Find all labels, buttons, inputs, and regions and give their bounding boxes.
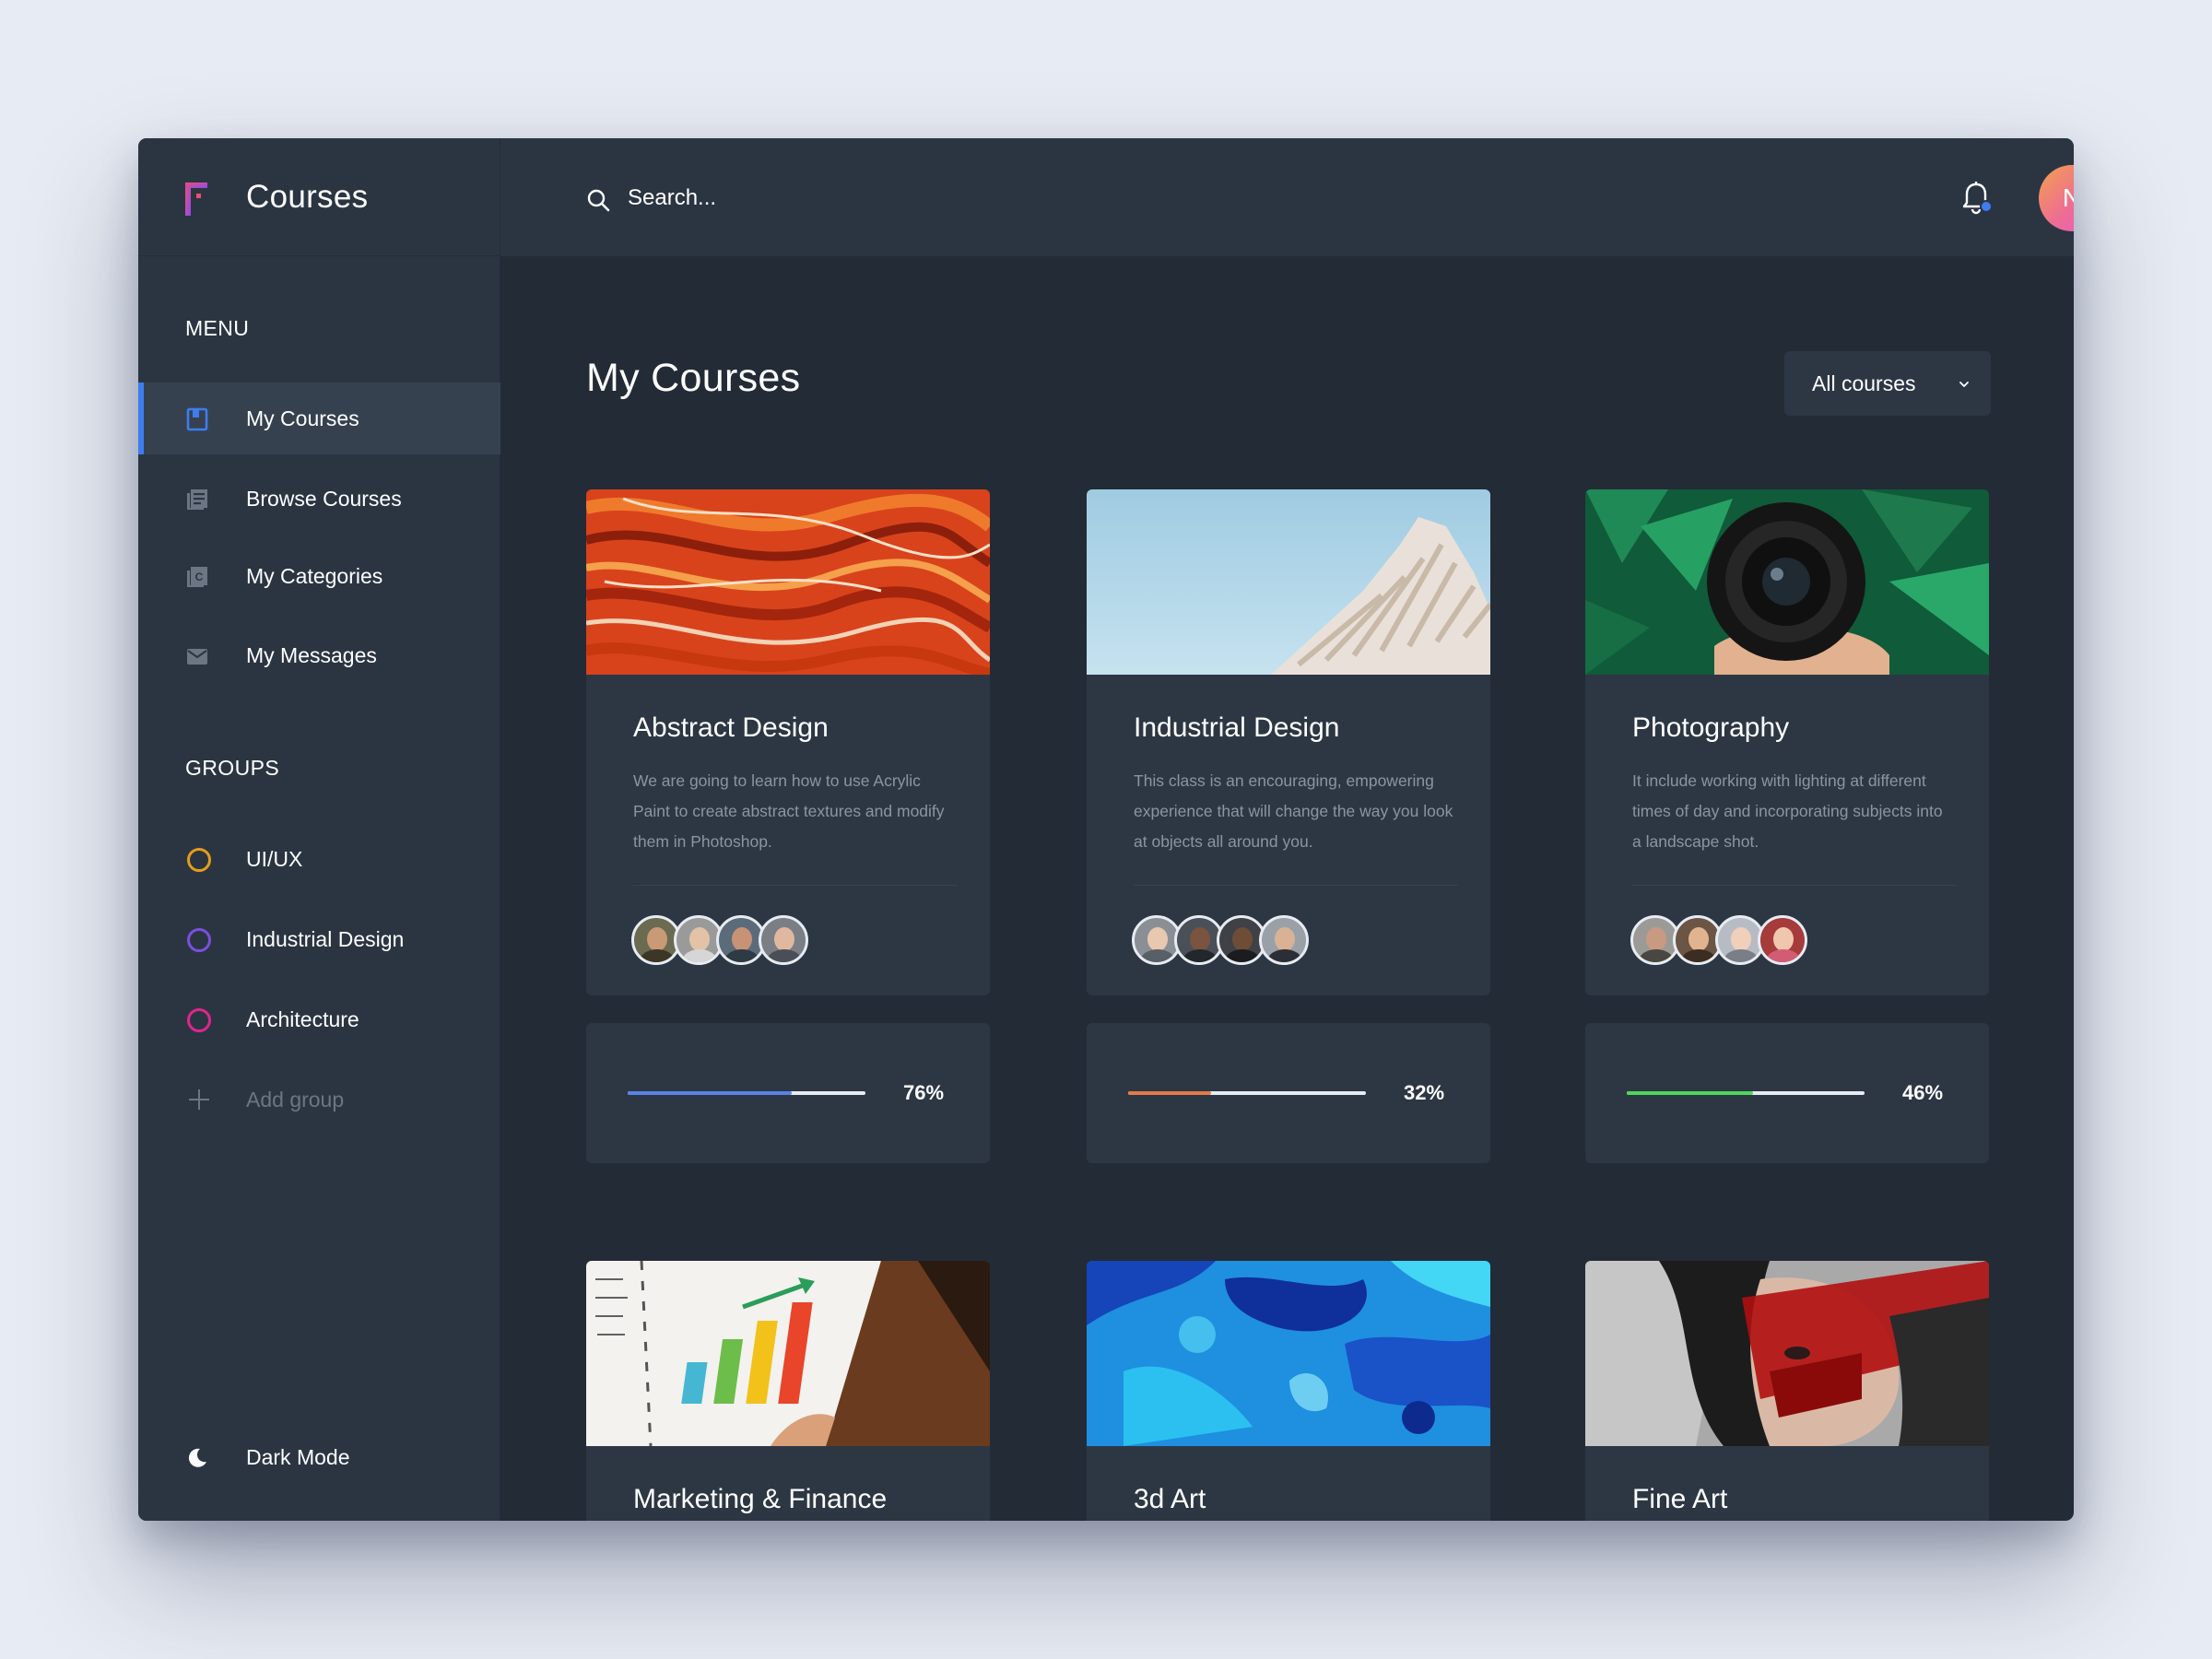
add-group-label: Add group bbox=[246, 1088, 345, 1112]
course-description: This class is an encouraging, empowering… bbox=[1134, 771, 1453, 851]
course-progress-card: 32% bbox=[1087, 1023, 1490, 1163]
page-title: My Courses bbox=[586, 356, 801, 400]
top-bar: N bbox=[500, 138, 2074, 256]
course-image-photography bbox=[1585, 489, 1989, 675]
group-item-label: Industrial Design bbox=[246, 927, 405, 951]
logo-icon bbox=[185, 182, 207, 216]
brand: Courses bbox=[138, 138, 500, 256]
sidebar-item-label: My Courses bbox=[246, 406, 359, 430]
course-progress-card: 76% bbox=[586, 1023, 990, 1163]
list-icon bbox=[187, 489, 207, 510]
course-image-marketing bbox=[586, 1261, 990, 1446]
progress-percent: 76% bbox=[903, 1081, 945, 1104]
dark-mode-toggle[interactable]: Dark Mode bbox=[138, 1421, 500, 1493]
notification-dot bbox=[1980, 200, 1993, 213]
plus-icon bbox=[189, 1089, 209, 1110]
course-title: Photography bbox=[1632, 712, 1790, 743]
divider bbox=[633, 885, 958, 886]
progress-fill bbox=[1128, 1091, 1212, 1095]
course-progress-card: 46% bbox=[1585, 1023, 1989, 1163]
progress-fill bbox=[1627, 1091, 1753, 1095]
mail-icon bbox=[187, 649, 207, 665]
progress-track bbox=[1128, 1091, 1366, 1095]
search-input[interactable] bbox=[628, 179, 1181, 218]
sidebar-item-my-categories[interactable]: C My Categories bbox=[138, 540, 500, 612]
book-icon bbox=[186, 407, 208, 431]
course-image-3d-art bbox=[1087, 1261, 1490, 1446]
course-card[interactable]: Industrial Design This class is an encou… bbox=[1087, 489, 1490, 995]
course-title: Marketing & Finance bbox=[633, 1484, 888, 1514]
search-icon bbox=[587, 189, 610, 212]
filter-selected-value: All courses bbox=[1812, 371, 1916, 395]
add-group-button[interactable]: Add group bbox=[138, 1064, 500, 1135]
progress-track bbox=[1627, 1091, 1865, 1095]
course-filter-dropdown[interactable]: All courses bbox=[1784, 351, 1991, 416]
user-avatar[interactable]: N bbox=[2039, 165, 2074, 231]
app-title: Courses bbox=[246, 179, 369, 215]
course-title: 3d Art bbox=[1134, 1484, 1206, 1514]
group-color-ring bbox=[187, 848, 211, 872]
group-item-architecture[interactable]: Architecture bbox=[138, 983, 500, 1055]
progress-percent: 32% bbox=[1404, 1081, 1445, 1104]
course-card[interactable]: Fine Art bbox=[1585, 1261, 1989, 1521]
progress-fill bbox=[628, 1091, 793, 1095]
course-card[interactable]: Abstract Design We are going to learn ho… bbox=[586, 489, 990, 995]
course-title: Abstract Design bbox=[633, 712, 829, 743]
course-image-fine-art bbox=[1585, 1261, 1989, 1446]
groups-section-label: GROUPS bbox=[185, 756, 280, 780]
course-description: We are going to learn how to use Acrylic… bbox=[633, 771, 945, 851]
group-item-ui-ux[interactable]: UI/UX bbox=[138, 823, 500, 895]
sidebar-item-my-courses[interactable]: My Courses bbox=[138, 382, 500, 454]
svg-text:C: C bbox=[195, 571, 204, 583]
moon-icon bbox=[188, 1448, 206, 1467]
chevron-down-icon bbox=[1959, 382, 1969, 387]
course-description: It include working with lighting at diff… bbox=[1632, 771, 1943, 851]
group-item-industrial-design[interactable]: Industrial Design bbox=[138, 903, 500, 975]
progress-percent: 46% bbox=[1902, 1081, 1944, 1104]
divider bbox=[1134, 885, 1458, 886]
course-title: Fine Art bbox=[1632, 1484, 1728, 1514]
sidebar-item-my-messages[interactable]: My Messages bbox=[138, 619, 500, 691]
course-card[interactable]: Photography It include working with ligh… bbox=[1585, 489, 1989, 995]
avatar bbox=[759, 915, 808, 965]
menu-section-label: MENU bbox=[185, 316, 250, 340]
sidebar-item-label: My Categories bbox=[246, 564, 383, 588]
group-color-ring bbox=[187, 1008, 211, 1032]
course-card[interactable]: Marketing & Finance bbox=[586, 1261, 990, 1521]
course-image-industrial bbox=[1087, 489, 1490, 675]
categories-icon: C bbox=[187, 567, 207, 587]
divider bbox=[1632, 885, 1957, 886]
course-title: Industrial Design bbox=[1134, 712, 1340, 743]
avatar bbox=[1758, 915, 1807, 965]
course-card[interactable]: 3d Art bbox=[1087, 1261, 1490, 1521]
avatar bbox=[1259, 915, 1309, 965]
dark-mode-label: Dark Mode bbox=[246, 1445, 350, 1469]
progress-track bbox=[628, 1091, 865, 1095]
group-item-label: Architecture bbox=[246, 1007, 359, 1031]
app-window: Courses MENU My Courses Browse Courses C… bbox=[138, 138, 2074, 1521]
group-color-ring bbox=[187, 928, 211, 952]
course-image-abstract bbox=[586, 489, 990, 675]
sidebar-item-label: Browse Courses bbox=[246, 487, 402, 511]
sidebar-item-browse-courses[interactable]: Browse Courses bbox=[138, 463, 500, 535]
sidebar-item-label: My Messages bbox=[246, 643, 377, 667]
group-item-label: UI/UX bbox=[246, 847, 303, 871]
sidebar: Courses MENU My Courses Browse Courses C… bbox=[138, 138, 500, 1521]
